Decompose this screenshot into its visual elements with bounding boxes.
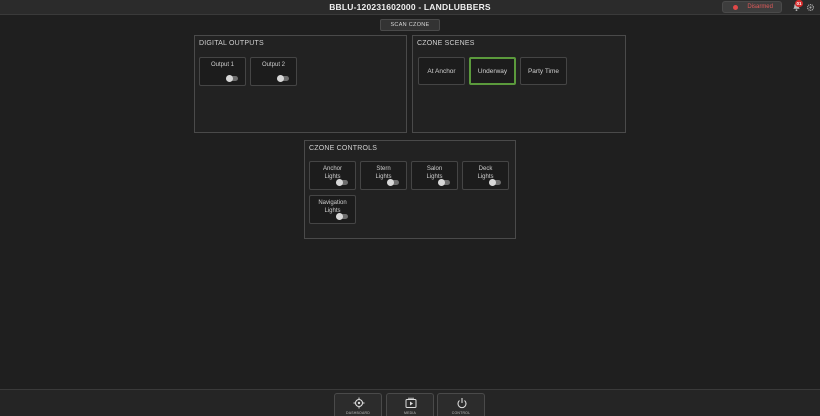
deck-lights-tile[interactable]: Deck Lights [462,161,509,190]
navigation-lights-toggle[interactable] [336,212,348,220]
deck-lights-label: Deck Lights [477,166,494,180]
nav-media-label: MEDIA [403,411,417,415]
salon-lights-toggle[interactable] [438,178,450,186]
nav-media-button[interactable]: MEDIA [386,393,434,416]
czone-controls-panel: CZONE CONTROLS Anchor Lights Stern Light… [304,140,516,239]
bottom-nav-bar: DASHBOARD MEDIA CONTROL [0,389,820,416]
anchor-lights-toggle[interactable] [336,178,348,186]
nav-dashboard-button[interactable]: DASHBOARD [334,393,382,416]
output-1-tile[interactable]: Output 1 [199,57,246,86]
gear-icon[interactable] [806,3,815,12]
salon-lights-tile[interactable]: Salon Lights [411,161,458,190]
nav-control-label: CONTROL [451,411,471,415]
output-1-toggle[interactable] [226,74,238,82]
anchor-lights-label: Anchor Lights [322,166,342,180]
salon-lights-label: Salon Lights [426,166,443,180]
power-icon [457,398,467,409]
anchor-lights-tile[interactable]: Anchor Lights [309,161,356,190]
scan-czone-button[interactable]: SCAN CZONE [380,19,440,31]
disarmed-status-button[interactable]: Disarmed [722,1,782,13]
deck-lights-toggle[interactable] [489,178,501,186]
czone-controls-title: CZONE CONTROLS [309,145,378,152]
navigation-lights-tile[interactable]: Navigation Lights [309,195,356,224]
stern-lights-toggle[interactable] [387,178,399,186]
output-1-label: Output 1 [210,62,234,68]
output-2-tile[interactable]: Output 2 [250,57,297,86]
scene-underway-button[interactable]: Underway [469,57,516,85]
stern-lights-tile[interactable]: Stern Lights [360,161,407,190]
top-bar: BBLU-120231602000 - LANDLUBBERS Disarmed… [0,0,820,15]
nav-control-button[interactable]: CONTROL [437,393,485,416]
media-icon [405,397,417,408]
output-2-toggle[interactable] [277,74,289,82]
status-label: Disarmed [747,4,773,10]
output-2-label: Output 2 [261,62,285,68]
digital-outputs-title: DIGITAL OUTPUTS [199,40,264,47]
scene-party-time-button[interactable]: Party Time [520,57,567,85]
crosshair-icon [353,397,365,409]
notification-badge: 01 [795,0,803,7]
nav-dashboard-label: DASHBOARD [346,411,370,415]
status-dot-icon [733,5,738,10]
scene-at-anchor-button[interactable]: At Anchor [418,57,465,85]
stern-lights-label: Stern Lights [375,166,392,180]
digital-outputs-panel: DIGITAL OUTPUTS Output 1 Output 2 [194,35,407,133]
boat-title: BBLU-120231602000 - LANDLUBBERS [329,2,491,12]
czone-scenes-title: CZONE SCENES [417,40,475,47]
navigation-lights-label: Navigation Lights [318,200,347,214]
